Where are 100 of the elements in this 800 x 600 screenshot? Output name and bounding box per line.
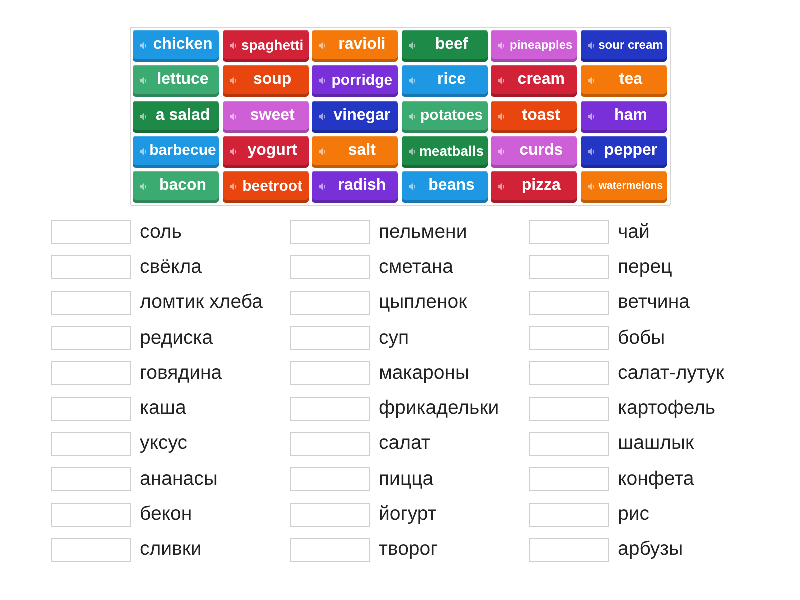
answer-box[interactable] <box>529 502 609 527</box>
word-tile[interactable]: beetroot <box>222 171 309 204</box>
answer-box[interactable] <box>529 255 609 280</box>
speaker-icon <box>408 148 416 156</box>
answer-box[interactable] <box>290 396 370 421</box>
word-tile[interactable]: pizza <box>491 171 578 204</box>
word-tile[interactable]: bacon <box>133 171 219 204</box>
answer-box[interactable] <box>290 538 370 562</box>
word-label: ветчина <box>618 291 690 314</box>
word-tile[interactable]: barbecue <box>133 136 219 168</box>
word-label: сливки <box>140 538 202 562</box>
speaker-icon <box>319 112 326 121</box>
answer-box[interactable] <box>529 432 609 456</box>
word-label: ломтик хлеба <box>140 291 263 314</box>
word-label: говядина <box>140 362 222 385</box>
speaker-icon <box>408 77 416 86</box>
word-tile[interactable]: ham <box>580 100 667 133</box>
word-tile[interactable]: meatballs <box>402 136 488 168</box>
answer-box[interactable] <box>51 290 131 315</box>
answer-box[interactable] <box>51 326 131 350</box>
answer-box[interactable] <box>51 467 131 492</box>
speaker-icon <box>140 183 147 192</box>
speaker-icon <box>319 148 326 156</box>
answer-box[interactable] <box>529 396 609 421</box>
answer-box[interactable] <box>290 326 370 350</box>
answer-box[interactable] <box>290 220 370 244</box>
word-label: уксус <box>140 432 188 456</box>
word-tile[interactable]: toast <box>491 100 578 133</box>
word-label: салат <box>379 432 430 456</box>
word-tile[interactable]: watermelons <box>580 171 667 204</box>
answer-box[interactable] <box>529 361 609 386</box>
answer-box[interactable] <box>529 220 609 244</box>
word-label: картофель <box>618 397 716 420</box>
word-tile[interactable]: potatoes <box>402 100 488 133</box>
word-tile[interactable]: a salad <box>133 100 219 133</box>
word-tile[interactable]: spaghetti <box>222 30 309 62</box>
answer-box[interactable] <box>529 290 609 315</box>
word-label: редиска <box>140 326 214 350</box>
speaker-icon <box>498 148 506 156</box>
word-tile[interactable]: yogurt <box>222 136 309 168</box>
word-tile[interactable]: pineapples <box>491 30 578 62</box>
word-tile[interactable]: radish <box>312 171 398 204</box>
word-tile[interactable]: vinegar <box>312 100 398 133</box>
speaker-icon <box>319 42 326 50</box>
answer-box[interactable] <box>529 538 609 562</box>
speaker-icon <box>498 183 506 192</box>
word-tile[interactable]: tea <box>580 65 667 98</box>
speaker-icon <box>408 183 416 192</box>
word-label: бекон <box>140 503 192 526</box>
answer-box[interactable] <box>51 361 131 386</box>
word-label: арбузы <box>618 538 684 562</box>
word-tile[interactable]: salt <box>312 136 398 168</box>
word-tile[interactable]: chicken <box>133 30 219 62</box>
word-label: чай <box>618 220 650 244</box>
word-tile[interactable]: pepper <box>580 136 667 168</box>
word-label: пельмени <box>379 220 468 244</box>
answer-box[interactable] <box>51 502 131 527</box>
answer-box[interactable] <box>51 220 131 244</box>
answer-box[interactable] <box>529 326 609 350</box>
answer-box[interactable] <box>290 467 370 492</box>
word-tile[interactable]: cream <box>491 65 578 98</box>
word-label: конфета <box>618 468 694 491</box>
word-tile[interactable]: soup <box>222 65 309 98</box>
word-label: каша <box>140 397 186 420</box>
word-label: салат-лутук <box>618 362 724 385</box>
word-label: макароны <box>379 362 470 385</box>
word-label: соль <box>140 220 182 244</box>
speaker-icon <box>230 112 237 121</box>
answer-box[interactable] <box>51 432 131 456</box>
word-tile[interactable]: beans <box>402 171 488 204</box>
word-tile[interactable]: sour cream <box>580 30 667 62</box>
word-tile[interactable]: porridge <box>312 65 398 98</box>
answer-box[interactable] <box>529 467 609 492</box>
word-tile[interactable]: curds <box>491 136 578 168</box>
word-tile[interactable]: sweet <box>222 100 309 133</box>
answer-box[interactable] <box>290 361 370 386</box>
speaker-icon <box>319 183 326 192</box>
word-label: ананасы <box>140 468 218 491</box>
speaker-icon <box>588 42 595 50</box>
word-label: йогурт <box>379 503 437 526</box>
word-label: суп <box>379 326 410 350</box>
word-label: перец <box>618 256 672 279</box>
answer-box[interactable] <box>51 255 131 280</box>
answer-box[interactable] <box>290 290 370 315</box>
word-tile[interactable]: ravioli <box>312 30 398 62</box>
speaker-icon <box>140 148 147 156</box>
speaker-icon <box>588 112 595 121</box>
answer-box[interactable] <box>290 432 370 456</box>
word-label: свёкла <box>140 256 202 279</box>
word-tile[interactable]: lettuce <box>133 65 219 98</box>
answer-box[interactable] <box>290 502 370 527</box>
speaker-icon <box>140 112 147 121</box>
word-tile[interactable]: rice <box>402 65 488 98</box>
word-tile[interactable]: beef <box>402 30 488 62</box>
answer-box[interactable] <box>51 396 131 421</box>
word-label: шашлык <box>618 432 694 456</box>
speaker-icon <box>588 183 595 192</box>
answer-box[interactable] <box>51 538 131 562</box>
speaker-icon <box>408 112 416 121</box>
answer-box[interactable] <box>290 255 370 280</box>
